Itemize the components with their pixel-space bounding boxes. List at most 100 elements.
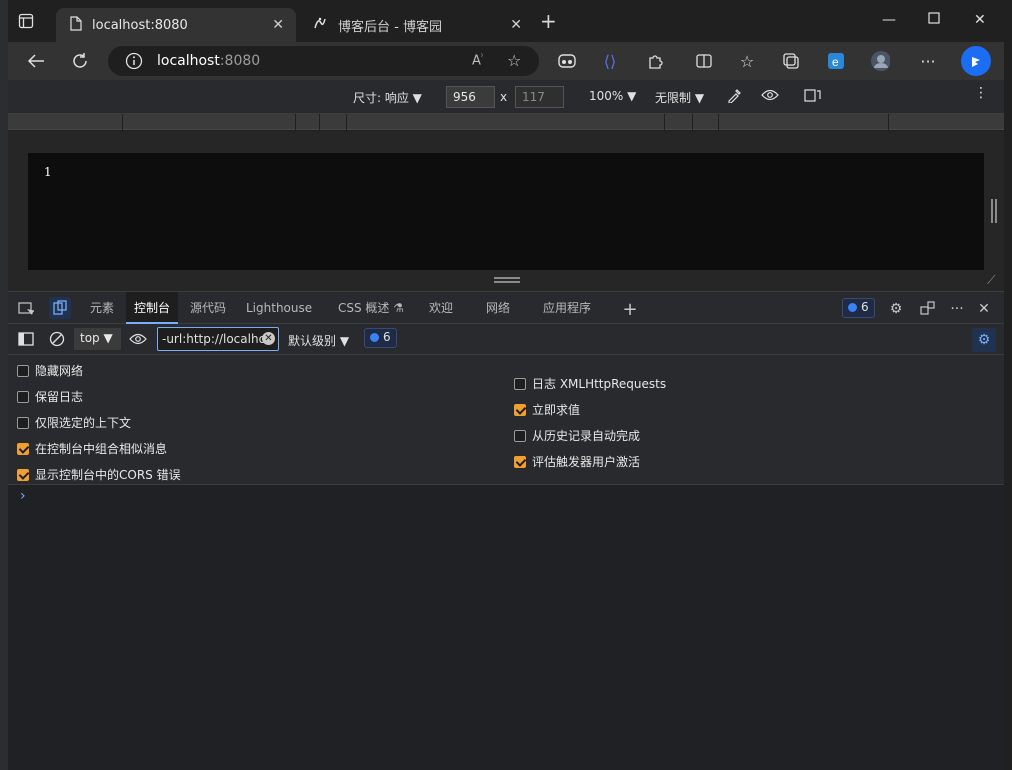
- option-user-activation[interactable]: 评估触发器用户激活: [514, 453, 640, 470]
- option-group-similar[interactable]: 在控制台中组合相似消息: [17, 440, 167, 457]
- browser-window: localhost:8080 ✕ 博客后台 - 博客园 ✕ + — ✕ loca…: [0, 0, 1012, 770]
- profile-avatar[interactable]: [870, 51, 890, 71]
- clear-console-icon[interactable]: [48, 330, 66, 348]
- tab-localhost[interactable]: localhost:8080 ✕: [56, 8, 296, 42]
- clear-filter-icon[interactable]: ✕: [262, 332, 275, 345]
- maximize-icon[interactable]: [928, 12, 940, 28]
- vscode-extension-icon[interactable]: ⟨⟩: [600, 51, 620, 71]
- throttle-select[interactable]: 无限制 ▼: [655, 89, 704, 106]
- console-settings-panel: 隐藏网络 保留日志 仅限选定的上下文 在控制台中组合相似消息 显示控制台中的CO…: [8, 355, 1004, 485]
- background-window-edge-right: [1004, 0, 1012, 770]
- console-issues-badge[interactable]: 6: [364, 328, 397, 348]
- rotate-icon[interactable]: [804, 87, 822, 106]
- issues-badge[interactable]: 6: [842, 298, 875, 318]
- live-expression-icon[interactable]: [129, 330, 147, 348]
- favorite-add-icon[interactable]: ☆: [507, 51, 521, 70]
- page-icon: [70, 15, 82, 35]
- context-select[interactable]: top ▼: [74, 328, 121, 350]
- devtools-tabbar: 元素 控制台 源代码 Lighthouse CSS 概述 ⚗ 欢迎 网络 应用程…: [8, 291, 1004, 324]
- option-log-xhr[interactable]: 日志 XMLHttpRequests: [514, 375, 666, 392]
- tab-strip: localhost:8080 ✕ 博客后台 - 博客园 ✕ + — ✕: [0, 0, 1012, 42]
- minimize-icon[interactable]: —: [882, 12, 896, 28]
- console-prompt-icon[interactable]: ›: [20, 488, 26, 504]
- resize-corner-handle[interactable]: ⟋: [987, 273, 995, 288]
- address-bar[interactable]: localhost:8080 A⁾ ☆: [108, 46, 539, 76]
- media-query-ruler[interactable]: [8, 114, 1004, 130]
- sidebar-toggle-icon[interactable]: [17, 330, 35, 348]
- collections-icon[interactable]: [781, 51, 801, 71]
- page-content: 1: [44, 165, 52, 179]
- option-eager-eval[interactable]: 立即求值: [514, 401, 580, 418]
- new-tab-icon[interactable]: +: [540, 11, 557, 31]
- tab-title: localhost:8080: [92, 17, 188, 33]
- customize-icon[interactable]: [919, 300, 937, 318]
- option-preserve-log[interactable]: 保留日志: [17, 388, 83, 405]
- tab-css-overview[interactable]: CSS 概述 ⚗: [330, 292, 412, 324]
- tab-lighthouse[interactable]: Lighthouse: [238, 292, 320, 324]
- close-tab-icon[interactable]: ✕: [272, 17, 284, 33]
- inspect-icon[interactable]: [17, 300, 35, 318]
- checkbox[interactable]: [17, 416, 29, 429]
- device-toggle-icon[interactable]: [49, 297, 71, 319]
- console-toolbar: top ▼ -url:http://localhos ✕ 默认级别 ▼ 6 ⚙: [8, 324, 1004, 355]
- width-input[interactable]: 956: [446, 86, 495, 108]
- eyedropper-icon[interactable]: [727, 87, 743, 106]
- filter-input[interactable]: -url:http://localhos ✕: [157, 327, 279, 351]
- checkbox[interactable]: [514, 429, 526, 442]
- option-cors-errors[interactable]: 显示控制台中的CORS 错误: [17, 466, 181, 483]
- tab-application[interactable]: 应用程序: [535, 292, 599, 324]
- add-tab-icon[interactable]: +: [621, 299, 639, 320]
- resize-bottom-handle[interactable]: [494, 277, 520, 283]
- checkbox[interactable]: [17, 468, 29, 481]
- console-settings-icon[interactable]: ⚙: [972, 328, 996, 352]
- vision-icon[interactable]: [761, 88, 779, 105]
- edge-browser-icon[interactable]: e: [826, 51, 846, 71]
- console-output[interactable]: ›: [8, 486, 1004, 770]
- dimensions-select[interactable]: 尺寸: 响应 ▼: [353, 89, 422, 106]
- option-autocomplete-history[interactable]: 从历史记录自动完成: [514, 427, 640, 444]
- tab-title: 博客后台 - 博客园: [338, 19, 442, 35]
- checkbox[interactable]: [514, 403, 526, 416]
- refresh-icon[interactable]: [70, 51, 90, 71]
- more-options-icon[interactable]: ···: [918, 51, 938, 71]
- device-more-icon[interactable]: ⋮: [974, 85, 988, 101]
- svg-text:e: e: [832, 55, 839, 69]
- tab-console[interactable]: 控制台: [126, 292, 179, 324]
- close-window-icon[interactable]: ✕: [974, 12, 986, 28]
- devtools-more-icon[interactable]: ···: [948, 300, 966, 318]
- tracking-icon[interactable]: [557, 51, 577, 71]
- checkbox[interactable]: [17, 364, 29, 377]
- site-info-icon[interactable]: [125, 52, 143, 73]
- tab-network[interactable]: 网络: [478, 292, 518, 324]
- option-selected-context[interactable]: 仅限选定的上下文: [17, 414, 131, 431]
- extensions-icon[interactable]: [645, 51, 665, 71]
- close-devtools-icon[interactable]: ✕: [975, 300, 993, 318]
- tab-elements[interactable]: 元素: [82, 292, 122, 324]
- address-toolbar: localhost:8080 A⁾ ☆ ⟨⟩ ☆ e ···: [8, 42, 1012, 80]
- close-tab-icon[interactable]: ✕: [510, 17, 522, 33]
- tab-welcome[interactable]: 欢迎: [421, 292, 461, 324]
- issues-icon: [370, 333, 379, 342]
- height-input[interactable]: 117: [515, 86, 564, 108]
- bing-copilot-icon[interactable]: [960, 45, 992, 77]
- back-icon[interactable]: [26, 51, 46, 71]
- url-text: localhost:8080: [157, 53, 261, 69]
- device-toolbar: 尺寸: 响应 ▼ 956 x 117 100% ▼ 无限制 ▼ ⋮: [8, 80, 1012, 114]
- settings-gear-icon[interactable]: ⚙: [887, 300, 905, 318]
- checkbox[interactable]: [17, 442, 29, 455]
- checkbox[interactable]: [514, 455, 526, 468]
- favorites-icon[interactable]: ☆: [737, 51, 757, 71]
- tab-cnblogs[interactable]: 博客后台 - 博客园 ✕: [298, 8, 534, 42]
- tab-sources[interactable]: 源代码: [182, 292, 234, 324]
- tab-actions-icon[interactable]: [18, 13, 34, 29]
- log-levels-select[interactable]: 默认级别 ▼: [288, 332, 349, 349]
- page-viewport[interactable]: 1: [28, 153, 984, 270]
- cnblogs-icon: [312, 15, 328, 35]
- option-hide-network[interactable]: 隐藏网络: [17, 362, 83, 379]
- checkbox[interactable]: [514, 377, 526, 390]
- read-aloud-icon[interactable]: A⁾: [472, 52, 483, 68]
- checkbox[interactable]: [17, 390, 29, 403]
- zoom-select[interactable]: 100% ▼: [589, 89, 636, 103]
- resize-right-handle[interactable]: [991, 199, 997, 223]
- split-screen-icon[interactable]: [694, 51, 714, 71]
